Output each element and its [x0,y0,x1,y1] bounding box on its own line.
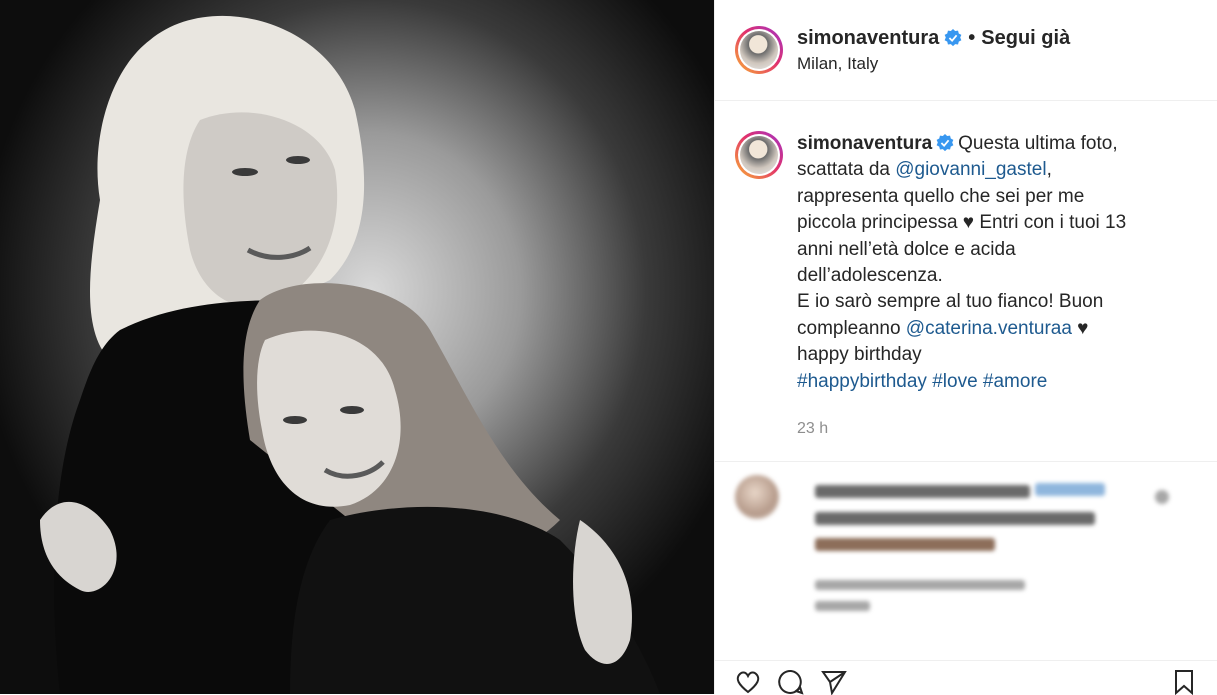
caption-part-4: ♥ [1071,317,1089,339]
separator-dot: • [968,26,976,49]
username-link[interactable]: simonaventura [797,27,939,50]
caption-text: simonaventura Questa ultima foto, scattat… [797,131,1147,442]
daughter-eye-r [340,406,364,414]
post-photo[interactable] [0,0,714,694]
comment-avatar [735,475,779,519]
mention-caterina[interactable]: @caterina.venturaa [906,318,1072,339]
profile-avatar[interactable] [735,26,783,74]
comment-line [815,485,1030,498]
comment-meta [815,601,870,611]
comment-line [815,538,995,551]
photo-illustration [40,15,660,694]
divider [715,461,1217,462]
mention-giovanni[interactable]: @giovanni_gastel [895,159,1046,180]
hashtag-love[interactable]: #love [932,371,977,392]
follow-button[interactable]: Segui già [981,27,1070,50]
mother-eye-l [232,168,258,176]
location-link[interactable]: Milan, Italy [797,54,1070,74]
post-header: simonaventura • Segui già Milan, Italy [715,0,1217,101]
caption-part-5: happy birthday [797,344,922,366]
comment-meta [815,580,1025,590]
comment-line [815,512,1095,525]
caption-avatar[interactable] [735,131,783,179]
post-caption: simonaventura Questa ultima foto, scattat… [735,131,1205,442]
verified-badge-icon [944,29,962,47]
comment-line [1035,483,1105,496]
hashtag-happybirthday[interactable]: #happybirthday [797,371,927,392]
hand-right [573,520,632,664]
caption-username[interactable]: simonaventura [797,133,932,154]
verified-badge-icon [936,134,954,152]
post-sidebar: simonaventura • Segui già Milan, Italy s… [714,0,1217,695]
comment-like-icon [1155,490,1169,504]
daughter-eye-l [283,416,307,424]
instagram-post: simonaventura • Segui già Milan, Italy s… [0,0,1217,695]
mother-eye-r [286,156,310,164]
heart-icon[interactable] [735,669,761,695]
share-icon[interactable] [821,669,847,695]
hashtag-amore[interactable]: #amore [983,371,1047,392]
bookmark-icon[interactable] [1171,669,1197,695]
comment-icon[interactable] [778,669,804,695]
post-timestamp[interactable]: 23 h [797,416,1147,442]
action-bar [715,660,1217,695]
